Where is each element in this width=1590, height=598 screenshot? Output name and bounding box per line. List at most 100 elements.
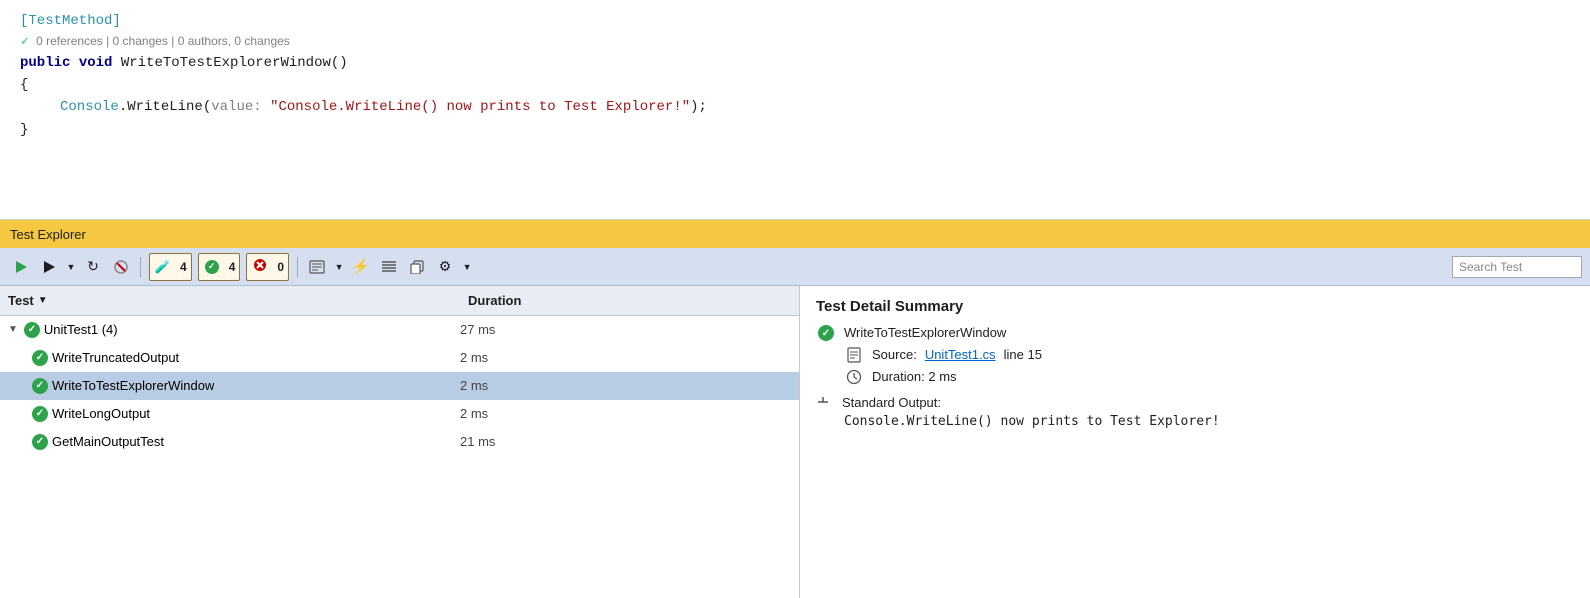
- flask-button[interactable]: 🧪: [150, 254, 176, 280]
- flask-icon: 🧪: [155, 259, 171, 275]
- cancel-button[interactable]: [108, 254, 134, 280]
- duration-cell-child2: 2 ms: [460, 378, 795, 393]
- test-name-parent: UnitTest1 (4): [44, 322, 118, 337]
- test-row-child1[interactable]: ✓ WriteTruncatedOutput 2 ms: [0, 344, 799, 372]
- code-void: void: [79, 52, 113, 74]
- toolbar-separator-2: [297, 257, 298, 277]
- detail-source-suffix: line 15: [1004, 347, 1042, 362]
- detail-output-text: Console.WriteLine() now prints to Test E…: [844, 414, 1574, 429]
- toolbar-separator-1: [140, 257, 141, 277]
- test-name-child1: WriteTruncatedOutput: [52, 350, 179, 365]
- test-row-child2[interactable]: ✓ WriteToTestExplorerWindow 2 ms: [0, 372, 799, 400]
- code-check-icon: ✓: [20, 32, 30, 51]
- code-string-value: "Console.WriteLine() now prints to Test …: [270, 96, 690, 118]
- code-editor: [TestMethod] ✓ 0 references | 0 changes …: [0, 0, 1590, 220]
- filter-button[interactable]: [304, 254, 330, 280]
- search-box[interactable]: Search Test: [1452, 256, 1582, 278]
- run-all-button[interactable]: [8, 254, 34, 280]
- duration-cell-child3: 2 ms: [460, 406, 795, 421]
- settings-icon: ⚙: [439, 258, 452, 275]
- code-param-label: value:: [211, 96, 261, 118]
- test-name-child4: GetMainOutputTest: [52, 434, 164, 449]
- pass-count: 4: [225, 260, 240, 274]
- detail-pass-icon: ✓: [816, 325, 836, 341]
- detail-output-toggle[interactable]: Standard Output:: [816, 395, 1574, 410]
- refresh-button[interactable]: ↻: [80, 254, 106, 280]
- detail-duration-row: Duration: 2 ms: [844, 369, 1574, 385]
- search-placeholder: Search Test: [1459, 260, 1522, 274]
- code-meta-line: ✓ 0 references | 0 changes | 0 authors, …: [20, 32, 1570, 51]
- test-explorer-content: Test ▼ Duration ▼ ✓ UnitTest1 (4) 27 ms: [0, 286, 1590, 598]
- settings-button[interactable]: ⚙: [432, 254, 458, 280]
- test-name-cell-parent: ▼ ✓ UnitTest1 (4): [4, 322, 460, 338]
- pass-badge-child4: ✓: [32, 434, 48, 450]
- settings-dropdown-button[interactable]: ▼: [460, 254, 474, 280]
- pass-badge-child2: ✓: [32, 378, 48, 394]
- duration-cell-child1: 2 ms: [460, 350, 795, 365]
- pass-badge-child3: ✓: [32, 406, 48, 422]
- code-signature-line: public void WriteToTestExplorerWindow(): [20, 52, 1570, 74]
- code-writeline: WriteLine(: [127, 96, 211, 118]
- detail-source-link[interactable]: UnitTest1.cs: [925, 347, 996, 362]
- pass-button[interactable]: ✓: [199, 254, 225, 280]
- filter-dropdown-button[interactable]: ▼: [332, 254, 346, 280]
- pass-icon: ✓: [205, 260, 219, 274]
- detail-test-name: WriteToTestExplorerWindow: [844, 325, 1006, 340]
- test-name-child3: WriteLongOutput: [52, 406, 150, 421]
- duration-cell-child4: 21 ms: [460, 434, 795, 449]
- fail-icon: [253, 258, 267, 275]
- detail-source-row: Source: UnitTest1.cs line 15: [844, 347, 1574, 363]
- test-row-child4[interactable]: ✓ GetMainOutputTest 21 ms: [0, 428, 799, 456]
- expand-arrow-icon: ▼: [8, 324, 18, 335]
- test-explorer-title: Test Explorer: [10, 227, 86, 242]
- code-close-brace: }: [20, 119, 28, 141]
- code-meta-text: 0 references | 0 changes | 0 authors, 0 …: [36, 32, 290, 51]
- test-explorer-title-bar: Test Explorer: [0, 220, 1590, 248]
- fail-button[interactable]: [247, 254, 273, 280]
- fail-count: 0: [273, 260, 288, 274]
- flask-count: 4: [176, 260, 191, 274]
- code-open-brace-line: {: [20, 74, 1570, 96]
- code-open-brace: {: [20, 74, 28, 96]
- code-attribute: [TestMethod]: [20, 10, 121, 32]
- detail-output-block: Standard Output: Console.WriteLine() now…: [816, 395, 1574, 429]
- test-explorer-toolbar: ▼ ↻ 🧪 4 ✓ 4: [0, 248, 1590, 286]
- code-console: Console: [60, 96, 119, 118]
- lightning-button[interactable]: ⚡: [348, 254, 374, 280]
- test-explorer-panel: Test Explorer ▼ ↻ 🧪 4: [0, 220, 1590, 598]
- pass-badge-child1: ✓: [32, 350, 48, 366]
- detail-duration-text: Duration: 2 ms: [872, 369, 957, 384]
- test-list-body: ▼ ✓ UnitTest1 (4) 27 ms ✓ WriteTruncated…: [0, 316, 799, 598]
- pass-count-group: ✓ 4: [198, 253, 241, 281]
- copy-button[interactable]: [404, 254, 430, 280]
- test-detail-pane: Test Detail Summary ✓ WriteToTestExplore…: [800, 286, 1590, 598]
- test-column-header[interactable]: Test ▼: [0, 293, 460, 308]
- fail-count-group: 0: [246, 253, 289, 281]
- test-row-child3[interactable]: ✓ WriteLongOutput 2 ms: [0, 400, 799, 428]
- duration-cell-parent: 27 ms: [460, 322, 795, 337]
- test-list-pane: Test ▼ Duration ▼ ✓ UnitTest1 (4) 27 ms: [0, 286, 800, 598]
- sort-arrow-icon: ▼: [38, 295, 48, 306]
- lightning-icon: ⚡: [352, 258, 369, 275]
- test-list-header: Test ▼ Duration: [0, 286, 799, 316]
- run-button[interactable]: [36, 254, 62, 280]
- code-close-brace-line: }: [20, 119, 1570, 141]
- test-name-cell-child3: ✓ WriteLongOutput: [4, 406, 460, 422]
- run-dropdown-button[interactable]: ▼: [64, 254, 78, 280]
- test-column-label: Test: [8, 293, 34, 308]
- test-name-child2: WriteToTestExplorerWindow: [52, 378, 214, 393]
- detail-source-label: Source:: [872, 347, 917, 362]
- test-row-parent[interactable]: ▼ ✓ UnitTest1 (4) 27 ms: [0, 316, 799, 344]
- test-name-cell-child1: ✓ WriteTruncatedOutput: [4, 350, 460, 366]
- test-name-cell-child4: ✓ GetMainOutputTest: [4, 434, 460, 450]
- code-method-name: WriteToTestExplorerWindow(): [121, 52, 348, 74]
- pass-badge-parent: ✓: [24, 322, 40, 338]
- duration-column-header[interactable]: Duration: [460, 293, 799, 308]
- source-icon: [844, 347, 864, 363]
- collapse-icon: [816, 395, 830, 409]
- code-attribute-line: [TestMethod]: [20, 10, 1570, 32]
- code-body-line: Console.WriteLine(value: "Console.WriteL…: [60, 96, 1570, 118]
- detail-test-name-row: ✓ WriteToTestExplorerWindow: [816, 325, 1574, 341]
- detail-output-label: Standard Output:: [842, 395, 941, 410]
- groupby-button[interactable]: [376, 254, 402, 280]
